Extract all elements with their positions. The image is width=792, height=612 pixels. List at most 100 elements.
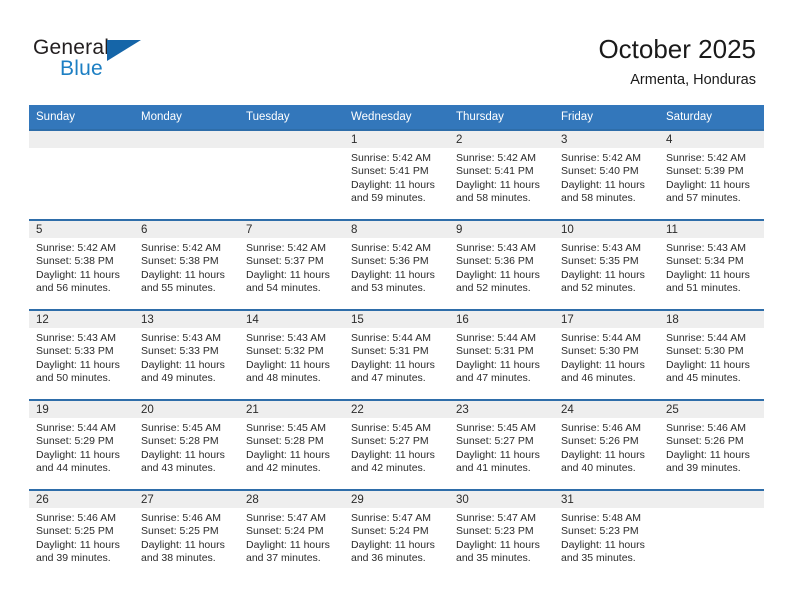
sunset-time: Sunset: 5:27 PM (351, 435, 429, 448)
daylight-duration: Daylight: 11 hours and 54 minutes. (246, 268, 330, 295)
day-box: 22 Sunrise: 5:45 AM Sunset: 5:27 PM Dayligh… (344, 401, 449, 489)
day-box: 3 Sunrise: 5:42 AM Sunset: 5:40 PM Daylight… (554, 131, 659, 219)
calendar-cell-day[interactable]: 1 Sunrise: 5:42 AM Sunset: 5:41 PM Daylight… (344, 129, 449, 220)
calendar-cell-day[interactable]: 17 Sunrise: 5:44 AM Sunset: 5:30 PM Dayligh… (554, 309, 659, 400)
sunset-time: Sunset: 5:35 PM (561, 255, 639, 268)
sunset-time: Sunset: 5:28 PM (141, 435, 219, 448)
calendar-cell-day[interactable]: 15 Sunrise: 5:44 AM Sunset: 5:31 PM Dayligh… (344, 309, 449, 400)
calendar-cell-day[interactable]: 16 Sunrise: 5:44 AM Sunset: 5:31 PM Dayligh… (449, 309, 554, 400)
calendar-cell-day[interactable]: 6 Sunrise: 5:42 AM Sunset: 5:38 PM Daylight… (134, 219, 239, 310)
day-number: 2 (449, 131, 554, 148)
sunrise-time: Sunrise: 5:44 AM (351, 332, 431, 344)
day-box: 2 Sunrise: 5:42 AM Sunset: 5:41 PM Daylight… (449, 131, 554, 219)
sunrise-time: Sunrise: 5:45 AM (351, 422, 431, 434)
sunset-time: Sunset: 5:26 PM (561, 435, 639, 448)
calendar-page: General Blue October 2025 Armenta, Hondu… (0, 0, 792, 612)
day-box: 24 Sunrise: 5:46 AM Sunset: 5:26 PM Dayligh… (554, 401, 659, 489)
sunrise-time: Sunrise: 5:47 AM (351, 512, 431, 524)
calendar-cell-day[interactable]: 10 Sunrise: 5:43 AM Sunset: 5:35 PM Dayligh… (554, 219, 659, 310)
day-details: Sunrise: 5:42 AM Sunset: 5:41 PM Daylight:… (449, 148, 554, 206)
sunrise-time: Sunrise: 5:43 AM (36, 332, 116, 344)
calendar-cell-day[interactable]: 8 Sunrise: 5:42 AM Sunset: 5:36 PM Daylight… (344, 219, 449, 310)
daylight-duration: Daylight: 11 hours and 50 minutes. (36, 358, 120, 385)
calendar-cell-day[interactable]: 12 Sunrise: 5:43 AM Sunset: 5:33 PM Dayligh… (29, 309, 134, 400)
calendar-cell-day[interactable]: 5 Sunrise: 5:42 AM Sunset: 5:38 PM Daylight… (29, 219, 134, 310)
sunset-time: Sunset: 5:26 PM (666, 435, 744, 448)
weekday-header-saturday: Saturday (659, 105, 764, 130)
calendar-cell-day[interactable]: 14 Sunrise: 5:43 AM Sunset: 5:32 PM Dayligh… (239, 309, 344, 400)
calendar-cell-day[interactable]: 31 Sunrise: 5:48 AM Sunset: 5:23 PM Dayligh… (554, 489, 659, 579)
calendar-cell-day[interactable]: 3 Sunrise: 5:42 AM Sunset: 5:40 PM Daylight… (554, 129, 659, 220)
day-box: 25 Sunrise: 5:46 AM Sunset: 5:26 PM Dayligh… (659, 401, 764, 489)
calendar-cell-empty (239, 129, 344, 220)
calendar-week-row: 12 Sunrise: 5:43 AM Sunset: 5:33 PM Dayligh… (29, 309, 764, 400)
day-number: 8 (344, 221, 449, 238)
day-details: Sunrise: 5:42 AM Sunset: 5:38 PM Daylight:… (29, 238, 134, 296)
calendar-cell-day[interactable]: 21 Sunrise: 5:45 AM Sunset: 5:28 PM Dayligh… (239, 399, 344, 490)
sunrise-time: Sunrise: 5:42 AM (351, 242, 431, 254)
calendar-cell-day[interactable]: 25 Sunrise: 5:46 AM Sunset: 5:26 PM Dayligh… (659, 399, 764, 490)
day-details: Sunrise: 5:46 AM Sunset: 5:26 PM Daylight:… (659, 418, 764, 476)
calendar-cell-day[interactable]: 11 Sunrise: 5:43 AM Sunset: 5:34 PM Dayligh… (659, 219, 764, 310)
general-blue-logo[interactable]: General Blue (33, 36, 163, 88)
calendar-cell-day[interactable]: 7 Sunrise: 5:42 AM Sunset: 5:37 PM Daylight… (239, 219, 344, 310)
sunrise-time: Sunrise: 5:44 AM (36, 422, 116, 434)
calendar-cell-day[interactable]: 9 Sunrise: 5:43 AM Sunset: 5:36 PM Daylight… (449, 219, 554, 310)
sunrise-time: Sunrise: 5:42 AM (456, 152, 536, 164)
calendar-cell-day[interactable]: 24 Sunrise: 5:46 AM Sunset: 5:26 PM Dayligh… (554, 399, 659, 490)
weekday-header-monday: Monday (134, 105, 239, 130)
daylight-duration: Daylight: 11 hours and 58 minutes. (456, 178, 540, 205)
sunrise-sunset-calendar: Sunday Monday Tuesday Wednesday Thursday… (29, 105, 764, 579)
title-block: October 2025 Armenta, Honduras (598, 33, 756, 89)
calendar-cell-day[interactable]: 20 Sunrise: 5:45 AM Sunset: 5:28 PM Dayligh… (134, 399, 239, 490)
calendar-week-row: 1 Sunrise: 5:42 AM Sunset: 5:41 PM Daylight… (29, 129, 764, 220)
day-number (29, 131, 134, 148)
calendar-cell-day[interactable]: 4 Sunrise: 5:42 AM Sunset: 5:39 PM Daylight… (659, 129, 764, 220)
day-details: Sunrise: 5:42 AM Sunset: 5:36 PM Daylight:… (344, 238, 449, 296)
calendar-cell-day[interactable]: 19 Sunrise: 5:44 AM Sunset: 5:29 PM Dayligh… (29, 399, 134, 490)
sunset-time: Sunset: 5:31 PM (456, 345, 534, 358)
calendar-cell-day[interactable]: 28 Sunrise: 5:47 AM Sunset: 5:24 PM Dayligh… (239, 489, 344, 579)
daylight-duration: Daylight: 11 hours and 45 minutes. (666, 358, 750, 385)
day-details: Sunrise: 5:43 AM Sunset: 5:34 PM Daylight:… (659, 238, 764, 296)
sunrise-time: Sunrise: 5:46 AM (36, 512, 116, 524)
day-details: Sunrise: 5:42 AM Sunset: 5:38 PM Daylight:… (134, 238, 239, 296)
calendar-cell-day[interactable]: 29 Sunrise: 5:47 AM Sunset: 5:24 PM Dayligh… (344, 489, 449, 579)
page-header: General Blue October 2025 Armenta, Hondu… (0, 0, 792, 104)
day-box: 19 Sunrise: 5:44 AM Sunset: 5:29 PM Dayligh… (29, 401, 134, 489)
day-box: 7 Sunrise: 5:42 AM Sunset: 5:37 PM Daylight… (239, 221, 344, 309)
calendar-cell-day[interactable]: 18 Sunrise: 5:44 AM Sunset: 5:30 PM Dayligh… (659, 309, 764, 400)
daylight-duration: Daylight: 11 hours and 40 minutes. (561, 448, 645, 475)
sunset-time: Sunset: 5:23 PM (561, 525, 639, 538)
calendar-cell-day[interactable]: 2 Sunrise: 5:42 AM Sunset: 5:41 PM Daylight… (449, 129, 554, 220)
day-number: 13 (134, 311, 239, 328)
sunset-time: Sunset: 5:30 PM (666, 345, 744, 358)
sunset-time: Sunset: 5:33 PM (36, 345, 114, 358)
day-number: 27 (134, 491, 239, 508)
day-details: Sunrise: 5:42 AM Sunset: 5:41 PM Daylight:… (344, 148, 449, 206)
day-box (659, 491, 764, 579)
calendar-cell-day[interactable]: 13 Sunrise: 5:43 AM Sunset: 5:33 PM Dayligh… (134, 309, 239, 400)
calendar-cell-day[interactable]: 22 Sunrise: 5:45 AM Sunset: 5:27 PM Dayligh… (344, 399, 449, 490)
calendar-cell-day[interactable]: 23 Sunrise: 5:45 AM Sunset: 5:27 PM Dayligh… (449, 399, 554, 490)
day-box: 15 Sunrise: 5:44 AM Sunset: 5:31 PM Dayligh… (344, 311, 449, 399)
daylight-duration: Daylight: 11 hours and 44 minutes. (36, 448, 120, 475)
calendar-cell-empty (659, 489, 764, 579)
day-box: 21 Sunrise: 5:45 AM Sunset: 5:28 PM Dayligh… (239, 401, 344, 489)
calendar-cell-day[interactable]: 30 Sunrise: 5:47 AM Sunset: 5:23 PM Dayligh… (449, 489, 554, 579)
day-box: 17 Sunrise: 5:44 AM Sunset: 5:30 PM Dayligh… (554, 311, 659, 399)
daylight-duration: Daylight: 11 hours and 52 minutes. (456, 268, 540, 295)
day-details: Sunrise: 5:46 AM Sunset: 5:26 PM Daylight:… (554, 418, 659, 476)
sunrise-time: Sunrise: 5:44 AM (666, 332, 746, 344)
day-number: 9 (449, 221, 554, 238)
daylight-duration: Daylight: 11 hours and 36 minutes. (351, 538, 435, 565)
calendar-cell-day[interactable]: 27 Sunrise: 5:46 AM Sunset: 5:25 PM Dayligh… (134, 489, 239, 579)
daylight-duration: Daylight: 11 hours and 57 minutes. (666, 178, 750, 205)
day-number: 10 (554, 221, 659, 238)
calendar-cell-day[interactable]: 26 Sunrise: 5:46 AM Sunset: 5:25 PM Dayligh… (29, 489, 134, 579)
day-number: 6 (134, 221, 239, 238)
daylight-duration: Daylight: 11 hours and 58 minutes. (561, 178, 645, 205)
day-number: 31 (554, 491, 659, 508)
day-number: 5 (29, 221, 134, 238)
day-box: 20 Sunrise: 5:45 AM Sunset: 5:28 PM Dayligh… (134, 401, 239, 489)
